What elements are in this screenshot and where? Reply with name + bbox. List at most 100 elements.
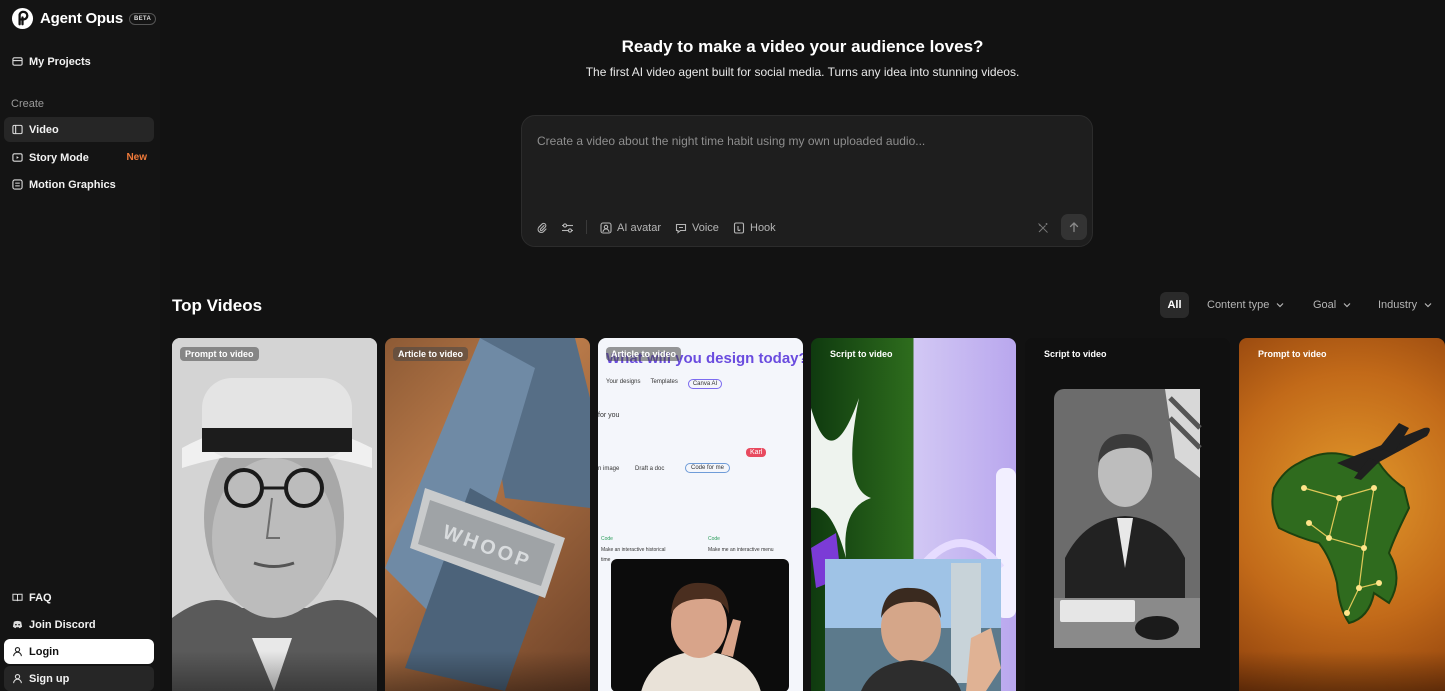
sidebar-item-join-discord[interactable]: Join Discord bbox=[4, 612, 154, 637]
magic-wand-icon bbox=[1038, 223, 1048, 233]
filter-label: Industry bbox=[1378, 299, 1418, 311]
app-name: Agent Opus bbox=[40, 10, 123, 27]
card-shade bbox=[172, 651, 377, 691]
send-button[interactable] bbox=[1061, 214, 1087, 240]
sidebar-item-video[interactable]: Video bbox=[4, 117, 154, 142]
sidebar-item-label: My Projects bbox=[29, 55, 91, 68]
code-title: Code bbox=[601, 536, 613, 542]
signup-button[interactable]: Sign up bbox=[4, 666, 154, 691]
video-thumbnail: WHOOP bbox=[385, 338, 590, 691]
filter-label: Content type bbox=[1207, 299, 1270, 311]
sidebar-item-label: Story Mode bbox=[29, 151, 89, 164]
avatar-icon bbox=[600, 222, 612, 234]
canva-for-you: for you bbox=[598, 412, 620, 419]
hero-title: Ready to make a video your audience love… bbox=[621, 37, 984, 56]
toolbar-divider bbox=[586, 220, 587, 234]
paperclip-icon bbox=[537, 222, 547, 234]
video-card[interactable]: Prompt to video bbox=[1239, 338, 1445, 691]
top-videos-title: Top Videos bbox=[172, 296, 263, 315]
user-icon bbox=[13, 674, 22, 684]
presenter-video bbox=[611, 559, 789, 691]
sliders-icon bbox=[562, 223, 573, 233]
canva-code-for-me: Code for me bbox=[685, 463, 731, 473]
settings-sliders-button[interactable] bbox=[561, 220, 579, 236]
sidebar: Agent Opus BETA My Projects Create Video… bbox=[0, 0, 160, 691]
hook-label: Hook bbox=[750, 222, 776, 234]
canva-chips: Your designs Templates Canva AI bbox=[606, 379, 723, 389]
prompt-input[interactable] bbox=[537, 134, 1077, 148]
video-card[interactable]: WHOOP Article to video bbox=[385, 338, 590, 691]
voice-icon bbox=[675, 223, 687, 234]
chevron-down-icon bbox=[1276, 303, 1284, 308]
sidebar-item-faq[interactable]: FAQ bbox=[4, 585, 154, 610]
card-shade bbox=[1239, 651, 1445, 691]
card-tag: Script to video bbox=[1044, 349, 1107, 359]
card-tag: Prompt to video bbox=[1258, 349, 1327, 359]
sidebar-item-story-mode[interactable]: Story Mode New bbox=[4, 145, 154, 170]
hero-subtitle: The first AI video agent built for socia… bbox=[585, 65, 1020, 79]
video-thumbnail bbox=[172, 338, 377, 691]
new-badge: New bbox=[126, 152, 147, 163]
sidebar-item-my-projects[interactable]: My Projects bbox=[4, 49, 154, 74]
card-tag: Script to video bbox=[830, 349, 893, 359]
arrow-up-icon bbox=[1069, 222, 1079, 233]
hook-icon bbox=[733, 222, 745, 234]
chevron-down-icon bbox=[1424, 303, 1432, 308]
section-label-create: Create bbox=[11, 98, 45, 110]
canva-image: n image bbox=[598, 466, 620, 472]
chevron-down-icon bbox=[1343, 303, 1351, 308]
motion-graphics-icon bbox=[12, 179, 23, 190]
voice-button[interactable]: Voice bbox=[675, 220, 719, 236]
video-thumbnail bbox=[811, 398, 1016, 691]
hook-button[interactable]: Hook bbox=[733, 220, 776, 236]
card-tag: Article to video bbox=[393, 347, 469, 361]
code-title-2: Code bbox=[708, 536, 720, 542]
video-thumbnail bbox=[1054, 389, 1202, 648]
sidebar-item-label: Join Discord bbox=[29, 618, 96, 631]
book-icon bbox=[12, 593, 23, 602]
attach-button[interactable] bbox=[536, 220, 553, 236]
sidebar-item-label: FAQ bbox=[29, 591, 52, 604]
folder-icon bbox=[12, 57, 23, 66]
login-label: Login bbox=[29, 645, 59, 658]
filter-content-type[interactable]: Content type bbox=[1207, 299, 1284, 311]
filter-industry[interactable]: Industry bbox=[1378, 299, 1432, 311]
magic-enhance-button[interactable] bbox=[1037, 220, 1054, 236]
login-button[interactable]: Login bbox=[4, 639, 154, 664]
beta-badge: BETA bbox=[129, 12, 157, 25]
code-card-3: time bbox=[601, 557, 611, 563]
discord-icon bbox=[12, 620, 23, 629]
agent-opus-logo-icon bbox=[11, 7, 34, 30]
sidebar-item-label: Motion Graphics bbox=[29, 178, 116, 191]
video-card[interactable]: What will you design today? Your designs… bbox=[598, 338, 803, 691]
video-card[interactable]: Script to video bbox=[811, 338, 1016, 691]
canva-draft-doc: Draft a doc bbox=[635, 466, 665, 472]
cursor-label: Karl bbox=[746, 448, 767, 457]
card-shade bbox=[385, 651, 590, 691]
filter-label: Goal bbox=[1313, 299, 1337, 311]
filter-goal[interactable]: Goal bbox=[1313, 299, 1351, 311]
signup-label: Sign up bbox=[29, 672, 70, 685]
app-root: Agent Opus BETA My Projects Create Video… bbox=[0, 0, 1445, 691]
code-card-2: Make me an interactive menu bbox=[708, 547, 774, 553]
sidebar-item-label: Video bbox=[29, 123, 59, 136]
card-tag: Prompt to video bbox=[180, 347, 259, 361]
ai-avatar-button[interactable]: AI avatar bbox=[600, 220, 661, 236]
prompt-box: AI avatar Voice Hook bbox=[521, 115, 1093, 247]
voice-label: Voice bbox=[692, 222, 719, 234]
user-icon bbox=[13, 647, 22, 657]
sidebar-item-motion-graphics[interactable]: Motion Graphics bbox=[4, 172, 154, 197]
chip-your-designs: Your designs bbox=[606, 379, 641, 385]
chip-templates: Templates bbox=[650, 379, 678, 385]
card-tag: Article to video bbox=[606, 347, 682, 361]
chip-canva-ai: Canva AI bbox=[687, 379, 723, 389]
story-icon bbox=[12, 153, 23, 162]
video-card[interactable]: Prompt to video bbox=[172, 338, 377, 691]
ai-avatar-label: AI avatar bbox=[617, 222, 662, 234]
video-icon bbox=[12, 124, 23, 135]
logo[interactable]: Agent Opus BETA bbox=[11, 7, 157, 30]
code-card-1: Make an interactive historical bbox=[601, 547, 666, 553]
video-card[interactable]: Script to video bbox=[1025, 338, 1230, 691]
filter-all-button[interactable]: All bbox=[1160, 292, 1189, 318]
video-thumbnail bbox=[1271, 423, 1430, 625]
